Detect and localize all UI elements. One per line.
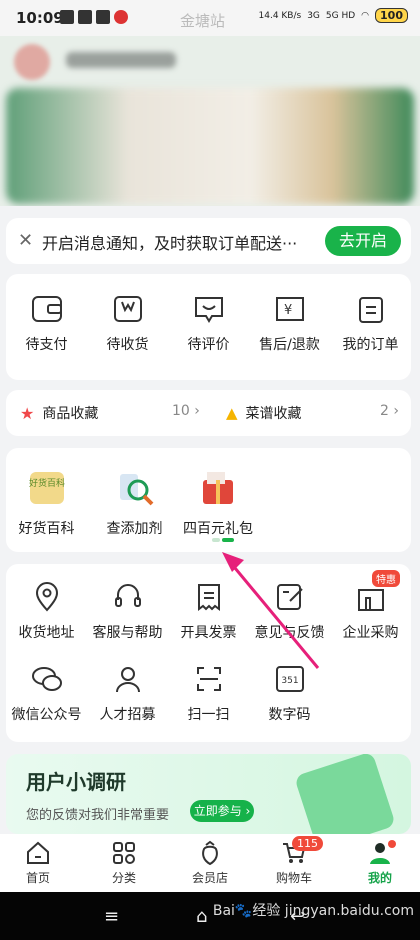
favorites-bar: ★ 商品收藏 10 › ▲ 菜谱收藏 2 › [6,390,411,436]
invoice-icon [197,584,220,611]
avatar[interactable] [14,44,50,80]
survey-subtitle: 您的反馈对我们非常重要 [26,808,170,823]
member-banner-blurred[interactable] [6,88,414,204]
location-icon [35,582,58,612]
watermark: Bai🐾经验 jingyan.baidu.com [212,903,414,919]
gear-icon [60,10,74,24]
order-pending-receipt[interactable]: 待收货 [87,294,168,354]
tool-additive-check[interactable]: 查添加剂 [94,466,175,538]
goods-encyclopedia-icon: 好货百科 [28,472,65,504]
order-pending-review[interactable]: 待评价 [168,294,249,354]
svg-text:¥: ¥ [284,303,292,318]
app-badge-icon [114,10,128,24]
orders-card: 待支付 待收货 待评价 ¥ 售后/退款 我的订单 [6,274,411,380]
service-enterprise[interactable]: 企业采购 特惠 [330,570,411,642]
service-wechat[interactable]: 微信公众号 [6,664,87,724]
battery-icon: 100 [375,8,408,23]
category-icon [113,842,135,864]
bell-icon: ▲ [226,404,238,422]
wallet-icon [31,296,62,322]
notification-prompt: ✕ 开启消息通知，及时获取订单配送··· 去开启 [6,218,411,264]
tool-gift-pack[interactable]: 四百元礼包 [176,466,260,538]
service-invoice[interactable]: 开具发票 [168,582,249,642]
headset-icon [114,584,141,607]
home-nav-icon[interactable]: ⌂ [196,906,207,927]
status-bar: 10:09 金塘站 14.4 KB/s 3G 5G HD ◠ 100 [0,0,420,36]
username-blurred [66,52,176,68]
store-name: 金塘站 [180,12,226,30]
page-indicator [212,538,234,542]
recruit-icon [115,667,140,693]
tools-card: 好货百科 好货百科 查添加剂 四百元礼包 [6,448,411,552]
star-icon: ★ [20,403,35,423]
enable-notifications-button[interactable]: 去开启 [325,226,401,256]
status-right: 14.4 KB/s 3G 5G HD ◠ 100 [258,8,408,23]
number-code-icon: 351 [275,666,304,692]
tool-goods-encyclopedia[interactable]: 好货百科 好货百科 [6,466,87,538]
clipboard-illustration [293,754,397,834]
goods-favorites-count[interactable]: 10 › [172,403,200,419]
services-card: 收货地址 客服与帮助 开具发票 意见与反馈 企业采购 特惠 微信公众号 人才招募… [6,564,411,742]
notification-icons [60,10,128,24]
my-orders[interactable]: 我的订单 [330,294,411,354]
network-speed: 14.4 KB/s [258,10,302,21]
join-survey-button[interactable]: 立即参与 › [190,800,254,822]
additive-check-icon [119,474,153,506]
package-icon [113,296,142,322]
profile-header-blurred [0,36,420,206]
recipe-favorites-count[interactable]: 2 › [380,403,399,419]
notification-dot [388,840,396,848]
home-icon [27,841,49,864]
survey-title: 用户小调研 [26,770,126,794]
recipe-favorites[interactable]: ▲ 菜谱收藏 [226,403,302,423]
discount-badge: 特惠 [372,570,400,587]
order-refund[interactable]: ¥ 售后/退款 [249,294,330,354]
goods-favorites[interactable]: ★ 商品收藏 [20,403,98,423]
gift-pack-icon [203,472,233,504]
cart-count-badge: 115 [292,836,323,851]
network-3g: 3G [307,10,320,21]
status-time: 10:09 [16,9,64,27]
order-pending-payment[interactable]: 待支付 [6,294,87,354]
tab-profile[interactable]: 我的 [350,840,410,886]
bottom-tab-bar: 首页 分类 会员店 购物车 115 我的 [0,834,420,892]
refund-icon: ¥ [275,297,304,321]
svg-text:好货百科: 好货百科 [28,477,64,489]
wechat-icon [31,667,62,691]
clipboard-icon [96,10,110,24]
tab-home[interactable]: 首页 [8,840,68,886]
service-address[interactable]: 收货地址 [6,582,87,642]
tab-vip-store[interactable]: 会员店 [180,840,240,886]
scan-icon [196,667,221,691]
menu-icon[interactable]: ≡ [104,906,119,927]
clipboard-icon [358,297,383,323]
svg-text:351: 351 [281,676,298,686]
tab-category[interactable]: 分类 [94,840,154,886]
service-recruit[interactable]: 人才招募 [87,664,168,724]
network-5g: 5G HD [325,10,356,21]
service-scan[interactable]: 扫一扫 [168,664,249,724]
wifi-icon: ◠ [361,10,370,21]
service-feedback[interactable]: 意见与反馈 [249,582,330,642]
close-icon[interactable]: ✕ [18,230,33,251]
notification-text: 开启消息通知，及时获取订单配送··· [42,234,298,253]
app-icon [78,10,92,24]
tab-cart[interactable]: 购物车 115 [264,836,324,886]
vip-store-icon [202,840,218,866]
service-number-code[interactable]: 351 数字码 [249,664,330,724]
service-support[interactable]: 客服与帮助 [87,582,168,642]
review-icon [194,297,223,323]
feedback-icon [276,584,303,610]
survey-banner[interactable]: 用户小调研 您的反馈对我们非常重要 立即参与 › [6,754,411,834]
